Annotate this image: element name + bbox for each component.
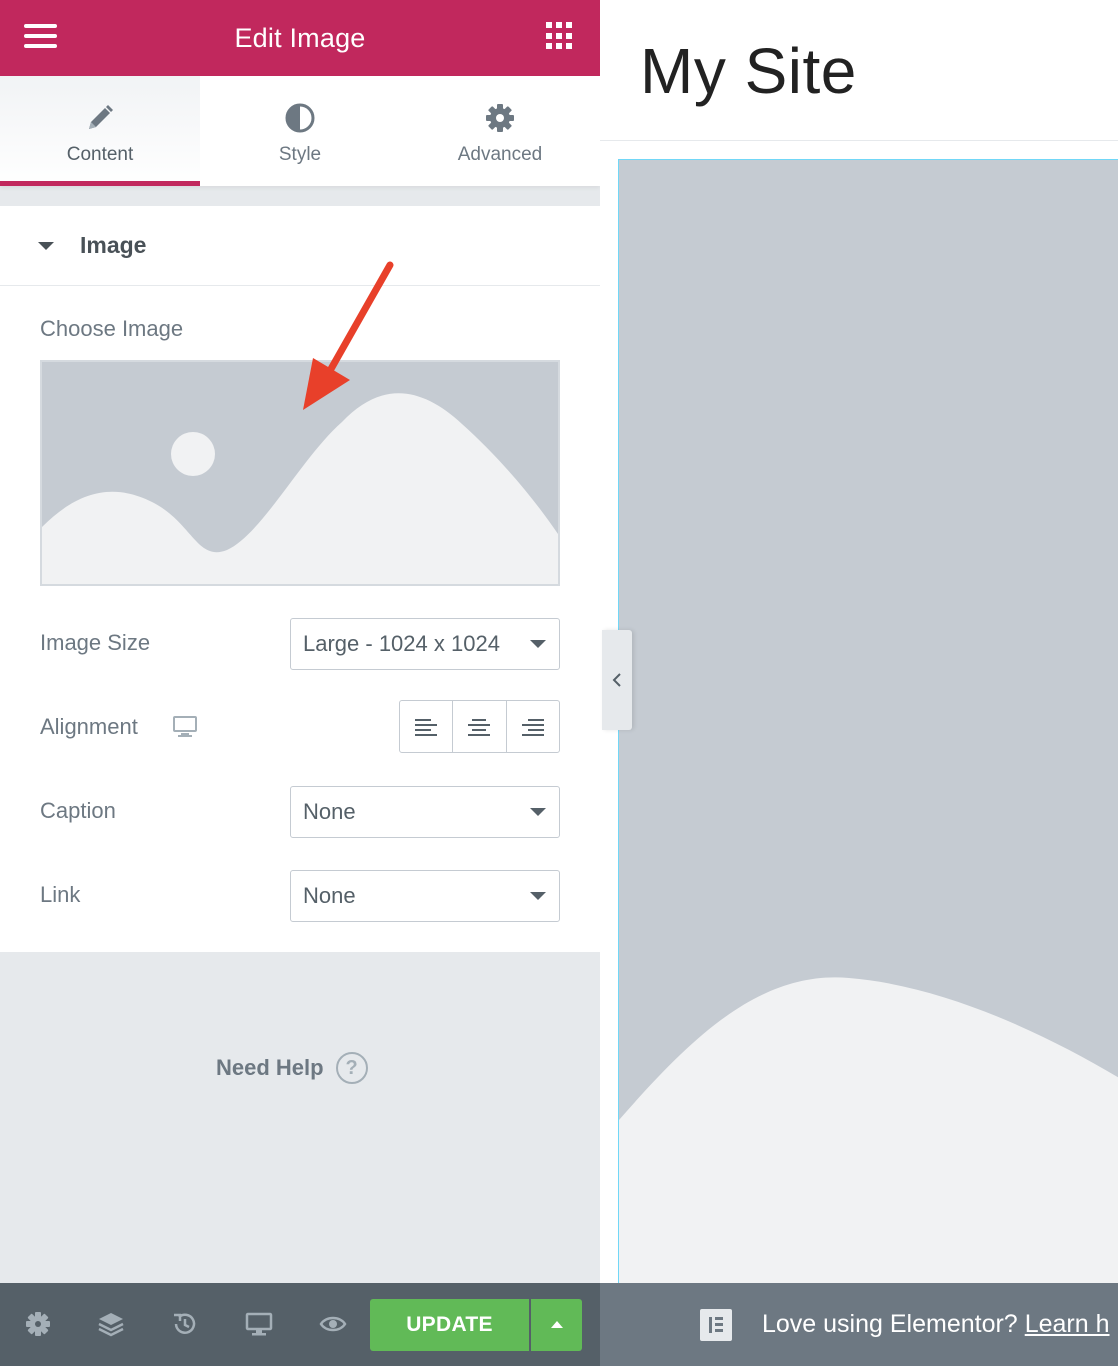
contrast-icon <box>285 103 315 133</box>
chevron-down-icon <box>530 892 546 900</box>
panel-title: Edit Image <box>234 22 366 53</box>
chevron-down-icon <box>530 808 546 816</box>
update-options-button[interactable] <box>531 1299 582 1351</box>
tab-style-label: Style <box>278 144 322 165</box>
align-right-icon <box>521 718 544 736</box>
annotation-arrow-icon <box>303 261 394 410</box>
section-title: Image <box>80 232 147 258</box>
elementor-editor: Edit Image Content Style Advanced Image … <box>0 0 1118 1366</box>
editor-panel: Edit Image Content Style Advanced Image … <box>0 0 600 1366</box>
tab-advanced-label: Advanced <box>457 144 543 165</box>
desktop-icon[interactable] <box>173 716 197 738</box>
tab-style[interactable]: Style <box>200 76 400 186</box>
align-left-icon <box>415 718 438 736</box>
caret-down-icon <box>38 241 54 250</box>
choose-image-label: Choose Image <box>40 316 184 341</box>
navigator-icon[interactable] <box>97 1310 125 1338</box>
caption-select[interactable]: None <box>290 786 560 838</box>
menu-icon[interactable] <box>24 24 57 50</box>
settings-icon[interactable] <box>24 1310 52 1338</box>
history-icon[interactable] <box>171 1310 199 1338</box>
need-help-link[interactable]: Need Help ? <box>216 1052 368 1084</box>
need-help-label: Need Help <box>216 1055 324 1080</box>
tab-advanced[interactable]: Advanced <box>400 76 600 186</box>
link-label: Link <box>40 882 81 907</box>
site-title: My Site <box>640 35 857 107</box>
align-center-icon <box>468 718 491 736</box>
link-select[interactable]: None <box>290 870 560 922</box>
panel-tabs: Content Style Advanced <box>0 76 600 186</box>
panel-footer: UPDATE <box>0 1283 600 1366</box>
panel-collapse-handle[interactable] <box>602 630 632 730</box>
tab-content-label: Content <box>66 144 134 165</box>
image-size-label: Image Size <box>40 630 151 655</box>
gear-icon <box>486 104 514 132</box>
notice-text: Love using Elementor? <box>762 1310 1018 1338</box>
preview-image-placeholder <box>619 977 1118 1288</box>
image-size-select[interactable]: Large - 1024 x 1024 <box>290 618 560 670</box>
question-circle-icon: ? <box>335 1052 368 1084</box>
caption-label: Caption <box>40 798 116 823</box>
panel-header: Edit Image <box>0 0 600 76</box>
header-divider <box>600 140 1118 141</box>
alignment-label: Alignment <box>40 714 138 739</box>
site-preview: My Site Love using Elementor? Learn h <box>600 0 1118 1366</box>
feedback-notice-bar: Love using Elementor? Learn h <box>600 1283 1118 1366</box>
widgets-grid-icon[interactable] <box>546 22 574 50</box>
preview-eye-icon[interactable] <box>319 1310 347 1338</box>
tab-content[interactable]: Content <box>0 76 200 186</box>
pencil-icon <box>89 105 113 129</box>
alignment-control <box>399 700 560 753</box>
update-button[interactable]: UPDATE <box>370 1299 529 1351</box>
chevron-down-icon <box>530 640 546 648</box>
align-right-button[interactable] <box>507 701 559 752</box>
align-left-button[interactable] <box>400 701 454 752</box>
caption-value: None <box>303 799 356 824</box>
preview-image-widget[interactable] <box>618 159 1118 1289</box>
chevron-left-icon <box>612 673 621 687</box>
link-value: None <box>303 883 356 908</box>
responsive-icon[interactable] <box>245 1310 273 1338</box>
notice-learn-link[interactable]: Learn h <box>1025 1310 1110 1339</box>
image-size-value: Large - 1024 x 1024 <box>303 631 500 656</box>
align-center-button[interactable] <box>453 701 507 752</box>
elementor-logo-icon <box>700 1308 732 1341</box>
